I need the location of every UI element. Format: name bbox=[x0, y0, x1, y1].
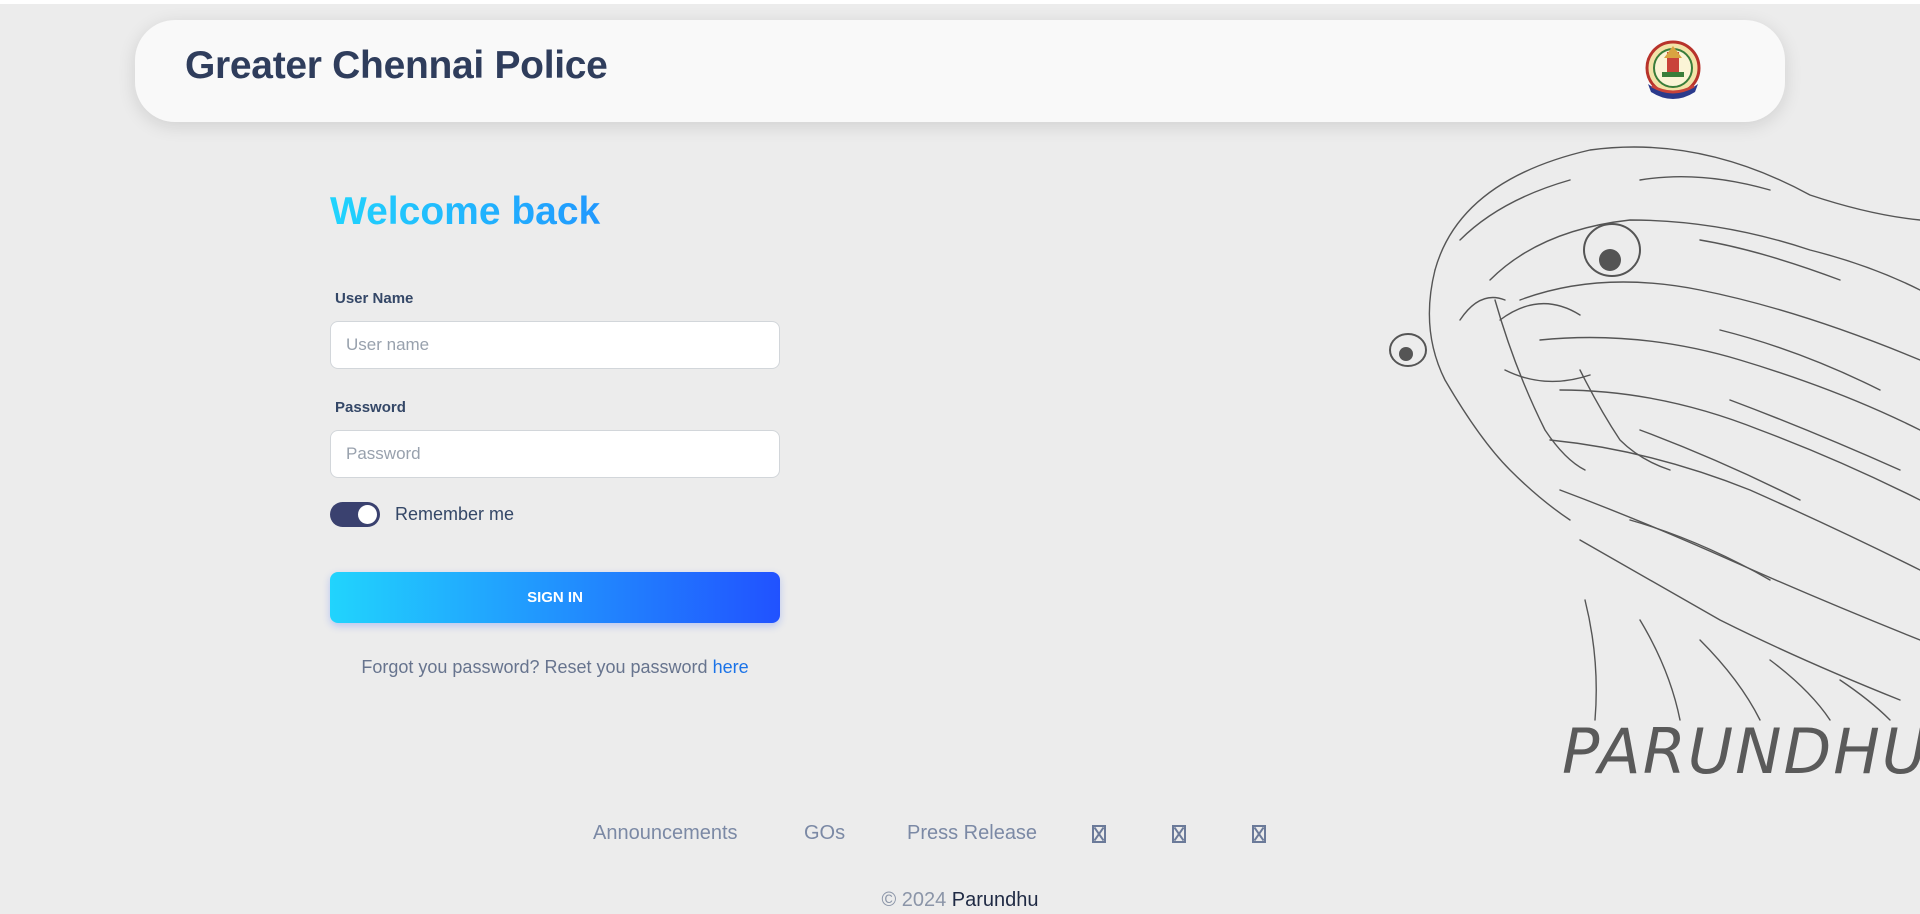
social-icon-1[interactable] bbox=[1092, 825, 1106, 843]
footer-link-announcements[interactable]: Announcements bbox=[593, 822, 738, 845]
sign-in-button[interactable]: SIGN IN bbox=[330, 572, 780, 623]
password-input[interactable] bbox=[330, 430, 780, 478]
social-icon-3[interactable] bbox=[1252, 825, 1266, 843]
login-form: Welcome back User Name Password Remember… bbox=[330, 190, 780, 677]
username-label: User Name bbox=[335, 290, 414, 307]
navbar: Greater Chennai Police bbox=[135, 20, 1785, 122]
copyright: © 2024 Parundhu bbox=[0, 889, 1920, 912]
top-strip bbox=[0, 0, 1920, 4]
welcome-heading: Welcome back bbox=[330, 190, 780, 234]
eagle-sketch-illustration bbox=[1389, 146, 1920, 721]
copyright-owner[interactable]: Parundhu bbox=[952, 889, 1039, 911]
remember-me-toggle[interactable] bbox=[330, 502, 380, 527]
password-label: Password bbox=[335, 399, 406, 416]
footer-link-gos[interactable]: GOs bbox=[804, 822, 845, 845]
username-input[interactable] bbox=[330, 321, 780, 369]
police-emblem-icon bbox=[1645, 40, 1701, 99]
toggle-knob bbox=[358, 505, 377, 524]
social-icon-2[interactable] bbox=[1172, 825, 1186, 843]
remember-me-label: Remember me bbox=[395, 504, 515, 524]
forgot-password-prefix: Forgot you password? Reset you password bbox=[361, 657, 708, 677]
brand-title[interactable]: Greater Chennai Police bbox=[185, 44, 608, 88]
copyright-prefix: © 2024 bbox=[881, 889, 947, 911]
forgot-password-text: Forgot you password? Reset you password … bbox=[330, 657, 780, 678]
footer-link-press-release[interactable]: Press Release bbox=[907, 822, 1037, 845]
reset-password-link[interactable]: here bbox=[713, 657, 749, 677]
parundhu-wordmark: PARUNDHU bbox=[1562, 715, 1920, 788]
